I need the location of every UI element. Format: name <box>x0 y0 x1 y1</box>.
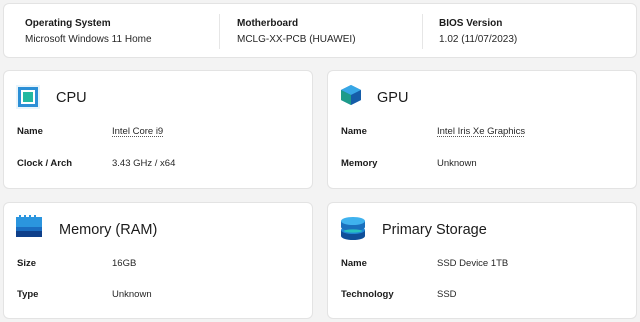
memory-size-value: 16GB <box>112 258 137 269</box>
os-summary: Operating System Microsoft Windows 11 Ho… <box>25 4 152 59</box>
cpu-card: CPU Name Intel Core i9 Clock / Arch 3.43… <box>3 70 313 189</box>
storage-card: Primary Storage Name SSD Device 1TB Tech… <box>327 202 637 319</box>
memory-title: Memory (RAM) <box>59 222 158 238</box>
cpu-name-label: Name <box>17 126 43 137</box>
bios-label: BIOS Version <box>439 18 503 29</box>
cpu-clock-value: 3.43 GHz / x64 <box>112 158 176 169</box>
os-value: Microsoft Windows 11 Home <box>25 34 152 45</box>
memory-type-value: Unknown <box>112 289 152 300</box>
gpu-name-value[interactable]: Intel Iris Xe Graphics <box>437 126 525 138</box>
storage-title: Primary Storage <box>382 222 487 238</box>
bios-summary: BIOS Version 1.02 (11/07/2023) <box>439 4 517 59</box>
storage-name-value: SSD Device 1TB <box>437 258 509 269</box>
memory-type-label: Type <box>17 289 39 300</box>
motherboard-summary: Motherboard MCLG-XX-PCB (HUAWEI) <box>237 4 356 59</box>
motherboard-value: MCLG-XX-PCB (HUAWEI) <box>237 34 356 45</box>
gpu-name-label: Name <box>341 126 367 137</box>
motherboard-label: Motherboard <box>237 18 299 29</box>
cpu-clock-label: Clock / Arch <box>17 158 73 169</box>
bios-value: 1.02 (11/07/2023) <box>439 34 518 45</box>
os-label: Operating System <box>25 18 111 29</box>
gpu-title: GPU <box>377 90 409 106</box>
cpu-title: CPU <box>56 90 87 106</box>
gpu-memory-value: Unknown <box>437 158 477 169</box>
storage-tech-value: SSD <box>437 289 457 300</box>
cpu-icon <box>16 85 40 114</box>
gpu-icon <box>340 84 362 115</box>
memory-size-label: Size <box>17 258 37 269</box>
memory-card: Memory (RAM) Size 16GB Type Unknown <box>3 202 313 319</box>
system-summary-card: Operating System Microsoft Windows 11 Ho… <box>3 3 637 58</box>
divider <box>422 14 423 49</box>
gpu-memory-label: Memory <box>341 158 378 169</box>
memory-icon <box>16 215 42 244</box>
gpu-card: GPU Name Intel Iris Xe Graphics Memory U… <box>327 70 637 189</box>
storage-icon <box>340 215 366 246</box>
storage-name-label: Name <box>341 258 367 269</box>
storage-tech-label: Technology <box>341 289 394 300</box>
divider <box>219 14 220 49</box>
cpu-name-value[interactable]: Intel Core i9 <box>112 126 163 138</box>
